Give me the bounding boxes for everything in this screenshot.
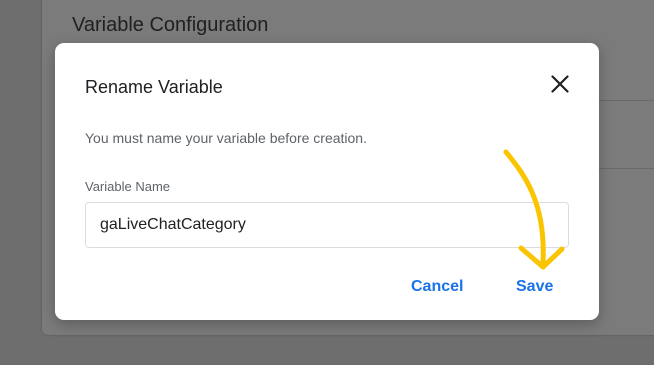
close-button[interactable]: [543, 67, 577, 101]
screen: Variable Configuration Rename Variable Y…: [0, 0, 654, 365]
variable-name-input[interactable]: [85, 202, 569, 248]
variable-name-label: Variable Name: [85, 179, 171, 194]
dialog-description: You must name your variable before creat…: [85, 130, 367, 146]
dialog-title: Rename Variable: [85, 77, 223, 97]
close-icon: [551, 75, 569, 93]
cancel-button[interactable]: Cancel: [411, 274, 463, 300]
save-button[interactable]: Save: [516, 274, 553, 300]
rename-variable-dialog: Rename Variable You must name your varia…: [55, 43, 599, 320]
